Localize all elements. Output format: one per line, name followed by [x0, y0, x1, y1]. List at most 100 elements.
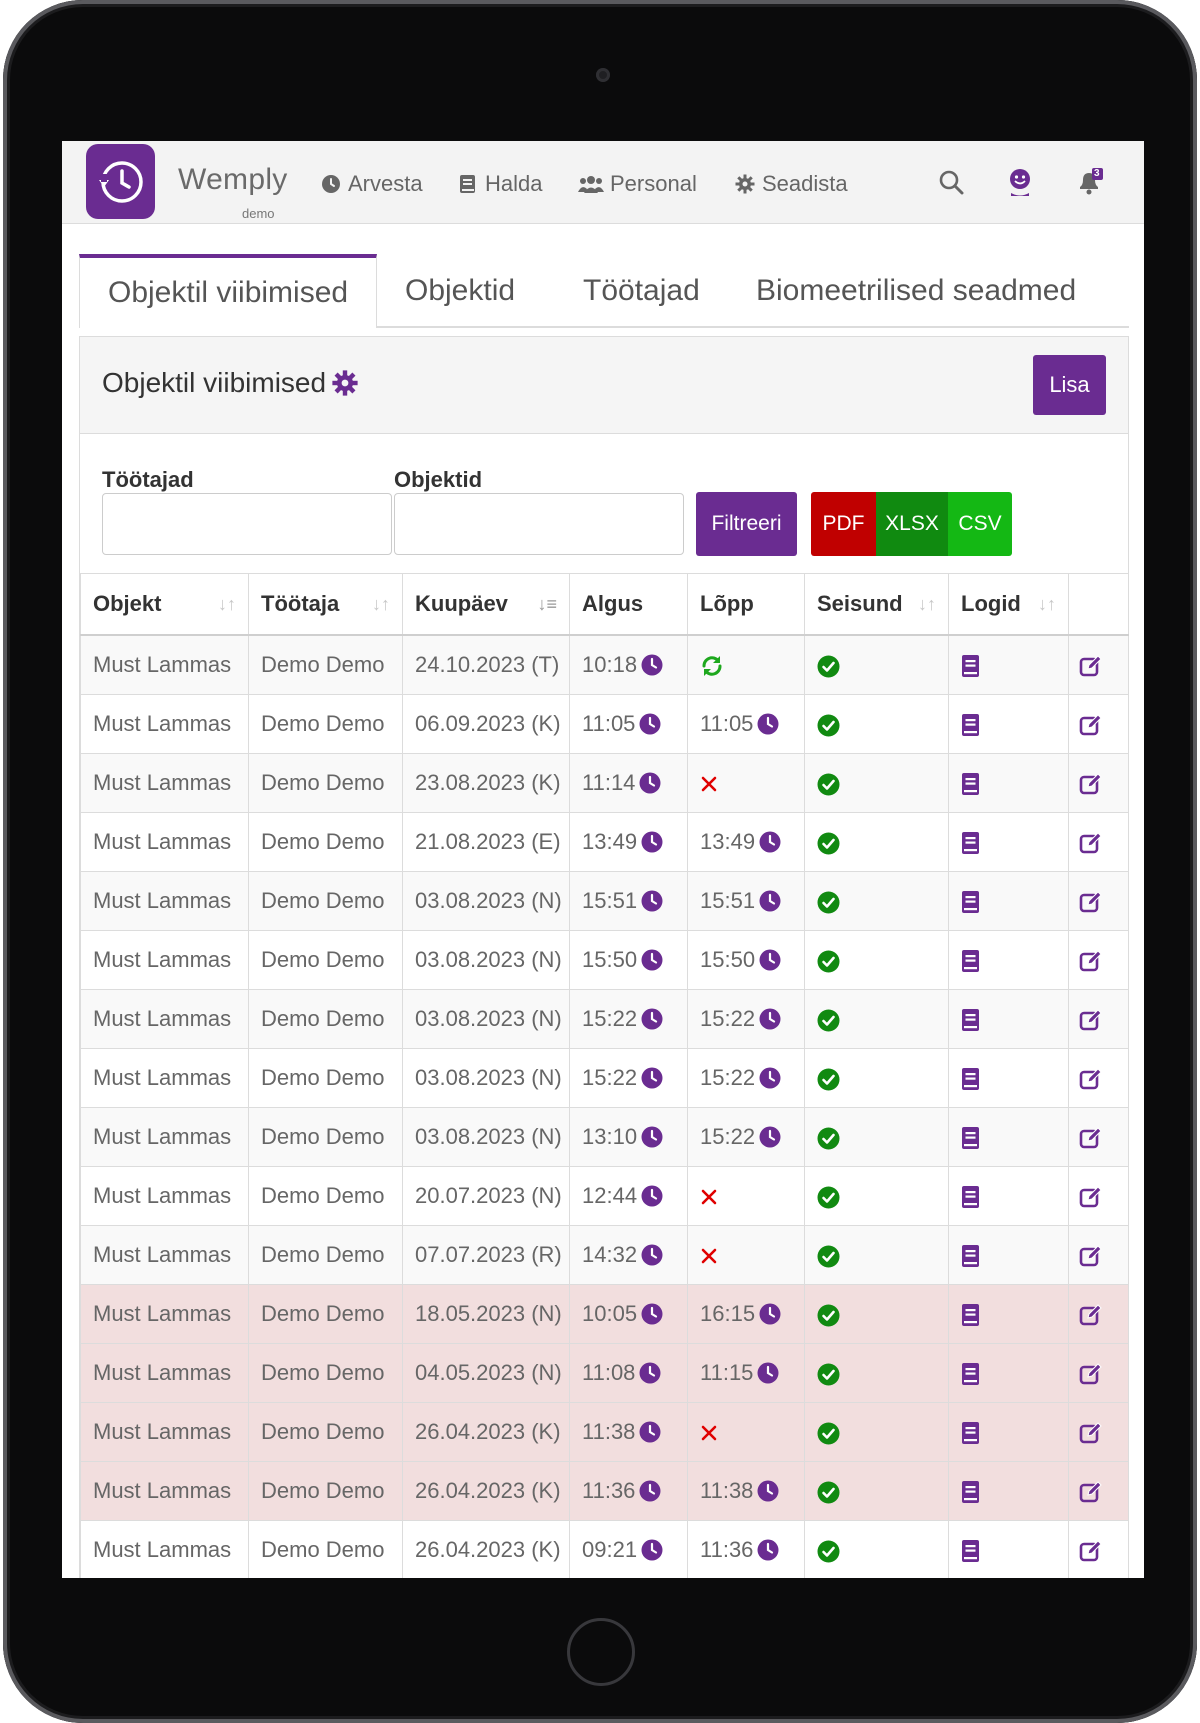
column-header-objekt[interactable]: Objekt ↓↑ [80, 573, 249, 636]
clock-icon[interactable] [641, 1185, 663, 1207]
edit-icon[interactable] [1079, 890, 1103, 914]
log-book-icon[interactable] [961, 1362, 981, 1386]
edit-icon[interactable] [1079, 713, 1103, 737]
log-book-icon[interactable] [961, 1008, 981, 1032]
column-header-logid[interactable]: Logid ↓↑ [948, 573, 1069, 636]
clock-icon[interactable] [759, 1303, 781, 1325]
sort-icon[interactable]: ↓↑ [1038, 594, 1056, 615]
clock-icon[interactable] [641, 1067, 663, 1089]
employees-filter-input[interactable] [102, 493, 392, 555]
clock-icon[interactable] [639, 1362, 661, 1384]
home-button[interactable] [567, 1618, 635, 1686]
brand-name[interactable]: Wemply [178, 163, 288, 197]
edit-icon[interactable] [1079, 1067, 1103, 1091]
clock-icon[interactable] [757, 1362, 779, 1384]
nav-seadista[interactable]: Seadista [734, 171, 848, 197]
clock-icon[interactable] [641, 1303, 663, 1325]
log-book-icon[interactable] [961, 1303, 981, 1327]
search-icon[interactable] [936, 167, 966, 197]
tab-tootajad[interactable]: Töötajad [583, 256, 700, 326]
edit-icon[interactable] [1079, 654, 1103, 678]
sort-icon[interactable]: ↓↑ [218, 594, 236, 615]
nav-personal[interactable]: Personal [578, 171, 697, 197]
clock-icon[interactable] [639, 1421, 661, 1443]
edit-icon[interactable] [1079, 1421, 1103, 1445]
clock-icon[interactable] [641, 949, 663, 971]
log-book-icon[interactable] [961, 831, 981, 855]
gear-icon[interactable] [332, 370, 358, 396]
clock-icon[interactable] [759, 831, 781, 853]
notifications-bell-icon[interactable]: 3 [1074, 167, 1104, 197]
edit-icon[interactable] [1079, 1362, 1103, 1386]
log-book-icon[interactable] [961, 713, 981, 737]
log-book-icon[interactable] [961, 1185, 981, 1209]
export-xlsx-button[interactable]: XLSX [876, 492, 948, 556]
clock-icon[interactable] [759, 1067, 781, 1089]
panel-title: Objektil viibimised [102, 367, 358, 399]
clock-icon[interactable] [639, 713, 661, 735]
log-book-icon[interactable] [961, 654, 981, 678]
clock-icon[interactable] [639, 1480, 661, 1502]
sort-icon[interactable]: ↓↑ [918, 594, 936, 615]
clock-icon[interactable] [641, 890, 663, 912]
column-header-seisund[interactable]: Seisund ↓↑ [804, 573, 949, 636]
objects-filter-input[interactable] [394, 493, 684, 555]
nav-halda[interactable]: Halda [457, 171, 542, 197]
export-pdf-button[interactable]: PDF [811, 492, 876, 556]
user-avatar-icon[interactable] [1005, 167, 1035, 197]
history-clock-icon [98, 160, 143, 203]
clock-icon[interactable] [759, 1008, 781, 1030]
app-logo[interactable] [86, 144, 155, 219]
column-header-tootaja[interactable]: Töötaja ↓↑ [248, 573, 403, 636]
log-book-icon[interactable] [961, 1539, 981, 1563]
sort-icon[interactable]: ↓↑ [372, 594, 390, 615]
export-csv-button[interactable]: CSV [948, 492, 1012, 556]
clock-icon[interactable] [641, 1126, 663, 1148]
clock-icon[interactable] [639, 772, 661, 794]
clock-icon[interactable] [641, 1008, 663, 1030]
log-book-icon[interactable] [961, 890, 981, 914]
clock-icon[interactable] [641, 1539, 663, 1561]
edit-icon[interactable] [1079, 1244, 1103, 1268]
clock-icon[interactable] [757, 1480, 779, 1502]
log-book-icon[interactable] [961, 1421, 981, 1445]
sync-icon[interactable] [700, 654, 724, 678]
clock-icon[interactable] [757, 713, 779, 735]
clock-icon[interactable] [759, 1126, 781, 1148]
filter-button[interactable]: Filtreeri [696, 492, 797, 556]
log-book-icon[interactable] [961, 1126, 981, 1150]
add-button[interactable]: Lisa [1033, 355, 1106, 415]
log-book-icon[interactable] [961, 1244, 981, 1268]
log-book-icon[interactable] [961, 772, 981, 796]
table-row: Must Lammas Demo Demo 23.08.2023 (K) 11:14 [80, 753, 1129, 813]
cell-tootaja: Demo Demo [248, 1107, 403, 1167]
edit-icon[interactable] [1079, 1539, 1103, 1563]
edit-icon[interactable] [1079, 1126, 1103, 1150]
edit-icon[interactable] [1079, 772, 1103, 796]
edit-icon[interactable] [1079, 949, 1103, 973]
sort-desc-icon[interactable]: ↓≡ [537, 594, 557, 615]
edit-icon[interactable] [1079, 1008, 1103, 1032]
edit-icon[interactable] [1079, 1303, 1103, 1327]
column-header-kuupaev[interactable]: Kuupäev ↓≡ [402, 573, 570, 636]
edit-icon[interactable] [1079, 831, 1103, 855]
cell-tootaja: Demo Demo [248, 1461, 403, 1521]
cell-algus: 15:22 [569, 1048, 688, 1108]
tab-objektil-viibimised[interactable]: Objektil viibimised [79, 254, 377, 328]
clock-icon[interactable] [757, 1539, 779, 1561]
tab-objektid[interactable]: Objektid [405, 256, 515, 326]
cell-logid [948, 753, 1069, 813]
cell-algus: 11:38 [569, 1402, 688, 1462]
nav-arvesta[interactable]: Arvesta [320, 171, 423, 197]
edit-icon[interactable] [1079, 1185, 1103, 1209]
clock-icon[interactable] [759, 890, 781, 912]
log-book-icon[interactable] [961, 1480, 981, 1504]
edit-icon[interactable] [1079, 1480, 1103, 1504]
log-book-icon[interactable] [961, 1067, 981, 1091]
clock-icon[interactable] [641, 1244, 663, 1266]
clock-icon[interactable] [759, 949, 781, 971]
tab-biomeetrilised-seadmed[interactable]: Biomeetrilised seadmed [756, 256, 1076, 326]
clock-icon[interactable] [641, 831, 663, 853]
log-book-icon[interactable] [961, 949, 981, 973]
clock-icon[interactable] [641, 654, 663, 676]
